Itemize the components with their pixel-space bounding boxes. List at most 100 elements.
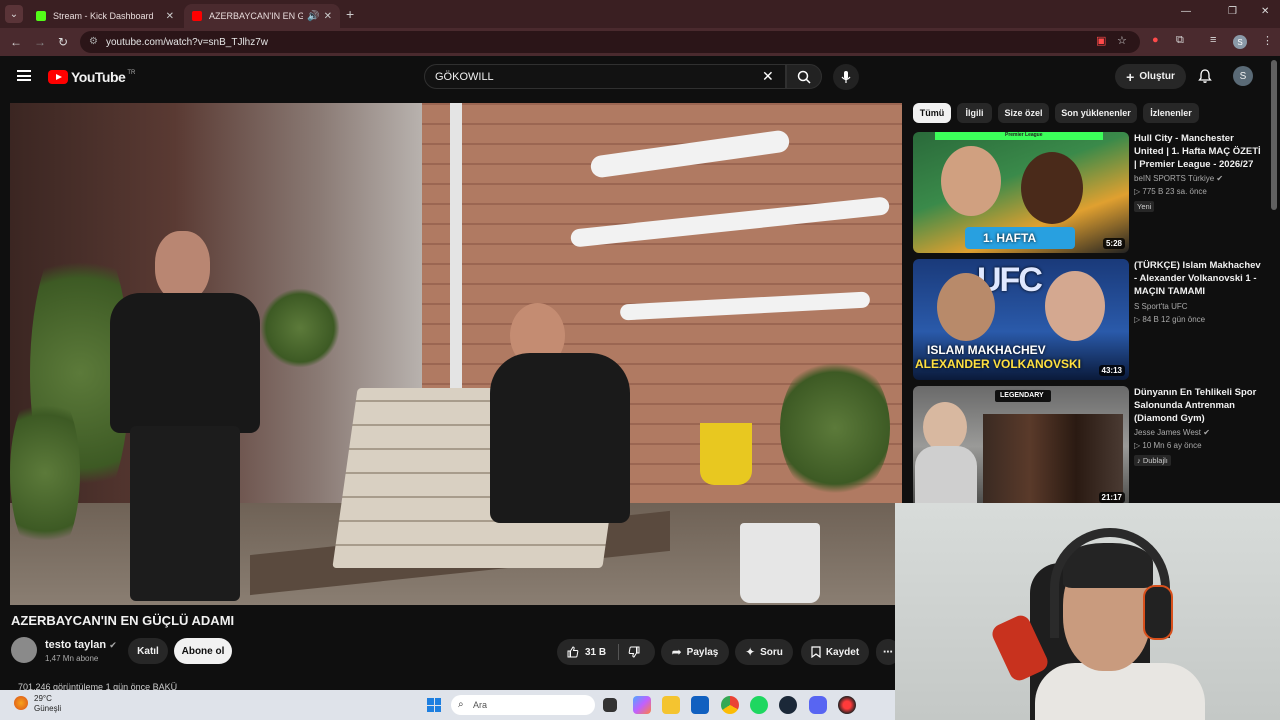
rec-meta: ▷ 775 B 23 sa. önce xyxy=(1134,187,1207,196)
taskbar-search-icon: ⌕ xyxy=(458,699,464,710)
account-avatar[interactable]: S xyxy=(1233,66,1253,86)
share-button[interactable]: ➦ Paylaş xyxy=(661,639,729,665)
reload-icon[interactable]: ↻ xyxy=(58,35,68,49)
share-label: Paylaş xyxy=(686,646,719,658)
tab-close-icon[interactable]: ✕ xyxy=(324,11,332,22)
search-button[interactable] xyxy=(786,64,822,89)
reading-list-icon[interactable]: ≡ xyxy=(1210,34,1216,46)
cast-icon[interactable]: ▣ xyxy=(1096,34,1106,47)
rec-meta: ▷ 84 B 12 gün önce xyxy=(1134,315,1206,324)
taskbar-search-input[interactable]: Ara xyxy=(451,695,595,715)
clear-search-icon[interactable]: ✕ xyxy=(762,68,774,85)
video-duration: 21:17 xyxy=(1098,492,1125,503)
tab-youtube-video[interactable]: AZERBAYCAN'IN EN GÜÇLÜ 🔊 ✕ xyxy=(184,4,340,28)
hamburger-menu-icon[interactable] xyxy=(17,70,31,81)
create-button[interactable]: + Oluştur xyxy=(1115,64,1186,89)
ask-button[interactable]: ✦ Soru xyxy=(735,639,793,665)
windows-start-icon[interactable] xyxy=(427,698,441,712)
weather-sun-icon[interactable] xyxy=(14,696,28,710)
channel-avatar[interactable] xyxy=(11,637,37,663)
chip-recent[interactable]: Son yüklenenler xyxy=(1055,103,1137,123)
youtube-logo[interactable]: YouTube TR xyxy=(48,69,135,85)
like-button[interactable]: 31 B xyxy=(557,639,655,665)
chip-watched[interactable]: İzlenenler xyxy=(1143,103,1199,123)
join-button[interactable]: Katıl xyxy=(128,638,168,664)
dubbed-badge: ♪ Dublajlı xyxy=(1134,455,1171,466)
rec-channel[interactable]: beIN SPORTS Türkiye ✔ xyxy=(1134,174,1223,183)
minimize-icon[interactable]: — xyxy=(1181,6,1191,17)
taskbar-search-placeholder: Ara xyxy=(473,700,488,710)
forward-arrow-icon[interactable]: → xyxy=(34,35,46,49)
weather-widget[interactable]: 29°C Güneşli xyxy=(34,694,61,714)
rec-channel[interactable]: S Sport'ta UFC xyxy=(1134,302,1188,311)
subscriber-count: 1,47 Mn abone xyxy=(45,654,99,663)
subscribe-button[interactable]: Abone ol xyxy=(174,638,232,664)
copilot-icon[interactable] xyxy=(633,696,651,714)
steam-icon[interactable] xyxy=(779,696,797,714)
browser-menu-icon[interactable]: ⋮ xyxy=(1262,34,1273,47)
rec-title[interactable]: Hull City - Manchester United | 1. Hafta… xyxy=(1134,132,1264,171)
youtube-play-icon xyxy=(48,70,68,84)
rec-channel[interactable]: Jesse James West ✔ xyxy=(1134,428,1210,437)
tab-kick-dashboard[interactable]: Stream - Kick Dashboard ✕ xyxy=(28,4,182,28)
rec-thumbnail[interactable]: LEGENDARY 21:17 xyxy=(913,386,1129,507)
back-arrow-icon[interactable]: ← xyxy=(10,35,22,49)
save-button[interactable]: Kaydet xyxy=(801,639,869,665)
thumbs-up-icon xyxy=(567,646,579,658)
rec-thumbnail[interactable]: UFC ISLAM MAKHACHEV ALEXANDER VOLKANOVSK… xyxy=(913,259,1129,380)
notifications-bell-icon[interactable] xyxy=(1197,68,1213,84)
new-tab-button[interactable]: + xyxy=(346,6,354,22)
rec-meta-text: 84 B 12 gün önce xyxy=(1142,315,1206,324)
chip-for-you[interactable]: Size özel xyxy=(998,103,1049,123)
voice-search-button[interactable] xyxy=(833,64,859,90)
app-icon[interactable] xyxy=(838,696,856,714)
tab-close-icon[interactable]: ✕ xyxy=(166,11,174,22)
search-input[interactable]: GÖKOWILL xyxy=(424,64,786,89)
video-scene-plant xyxy=(10,383,80,563)
tab-audio-icon[interactable]: 🔊 xyxy=(307,11,319,22)
plus-icon: + xyxy=(1126,68,1135,85)
video-scene-plant xyxy=(260,288,340,368)
rec-title[interactable]: (TÜRKÇE) Islam Makhachev - Alexander Vol… xyxy=(1134,259,1264,298)
extension-record-icon[interactable]: ● xyxy=(1152,34,1159,46)
video-player[interactable] xyxy=(10,103,902,605)
create-label: Oluştur xyxy=(1139,71,1175,82)
page-scrollbar[interactable] xyxy=(1271,60,1277,210)
rec-meta-text: 10 Mn 6 ay önce xyxy=(1142,441,1202,450)
browser-tab-strip: ⌄ Stream - Kick Dashboard ✕ AZERBAYCAN'I… xyxy=(0,0,1280,28)
thumb-caption: 1. HAFTA xyxy=(983,231,1037,245)
verified-icon: ✔ xyxy=(109,640,117,650)
rec-title[interactable]: Dünyanın En Tehlikeli Spor Salonunda Ant… xyxy=(1134,386,1264,425)
video-scene-person-standing xyxy=(110,231,260,601)
video-duration: 5:28 xyxy=(1102,238,1125,249)
extensions-puzzle-icon[interactable]: ⧉ xyxy=(1176,34,1184,47)
dubbed-icon: ♪ xyxy=(1137,456,1141,465)
dislike-button[interactable] xyxy=(628,645,640,663)
spotify-icon[interactable] xyxy=(750,696,768,714)
file-explorer-icon[interactable] xyxy=(662,696,680,714)
webcam-overlay xyxy=(895,503,1280,720)
thumb-league-label: Premier League xyxy=(1005,132,1043,138)
chip-all[interactable]: Tümü xyxy=(913,103,951,123)
discord-icon[interactable] xyxy=(809,696,827,714)
rec-thumbnail[interactable]: Premier League 1. HAFTA 5:28 xyxy=(913,132,1129,253)
chip-related[interactable]: İlgili xyxy=(957,103,992,123)
chrome-icon[interactable] xyxy=(721,696,739,714)
save-label: Kaydet xyxy=(825,646,860,658)
address-bar[interactable]: ⚙ youtube.com/watch?v=snB_TJlhz7w xyxy=(80,31,1140,53)
like-count: 31 B xyxy=(585,646,607,658)
channel-name[interactable]: testo taylan ✔ xyxy=(45,639,117,651)
tab-search-icon[interactable]: ⌄ xyxy=(5,5,23,23)
window-close-icon[interactable]: ✕ xyxy=(1261,6,1269,17)
channel-name-text: testo taylan xyxy=(45,639,107,651)
bookmark-star-icon[interactable]: ☆ xyxy=(1117,34,1127,47)
tab-title: Stream - Kick Dashboard xyxy=(53,11,154,21)
task-view-icon[interactable] xyxy=(603,698,617,712)
rec-channel-text: Jesse James West xyxy=(1134,428,1201,437)
site-info-icon[interactable]: ⚙ xyxy=(89,36,98,47)
rec-meta: ▷ 10 Mn 6 ay önce xyxy=(1134,441,1202,450)
restore-icon[interactable]: ❐ xyxy=(1228,6,1237,17)
browser-profile-avatar[interactable]: S xyxy=(1233,35,1247,49)
store-icon[interactable] xyxy=(691,696,709,714)
video-scene-plant xyxy=(780,353,890,503)
